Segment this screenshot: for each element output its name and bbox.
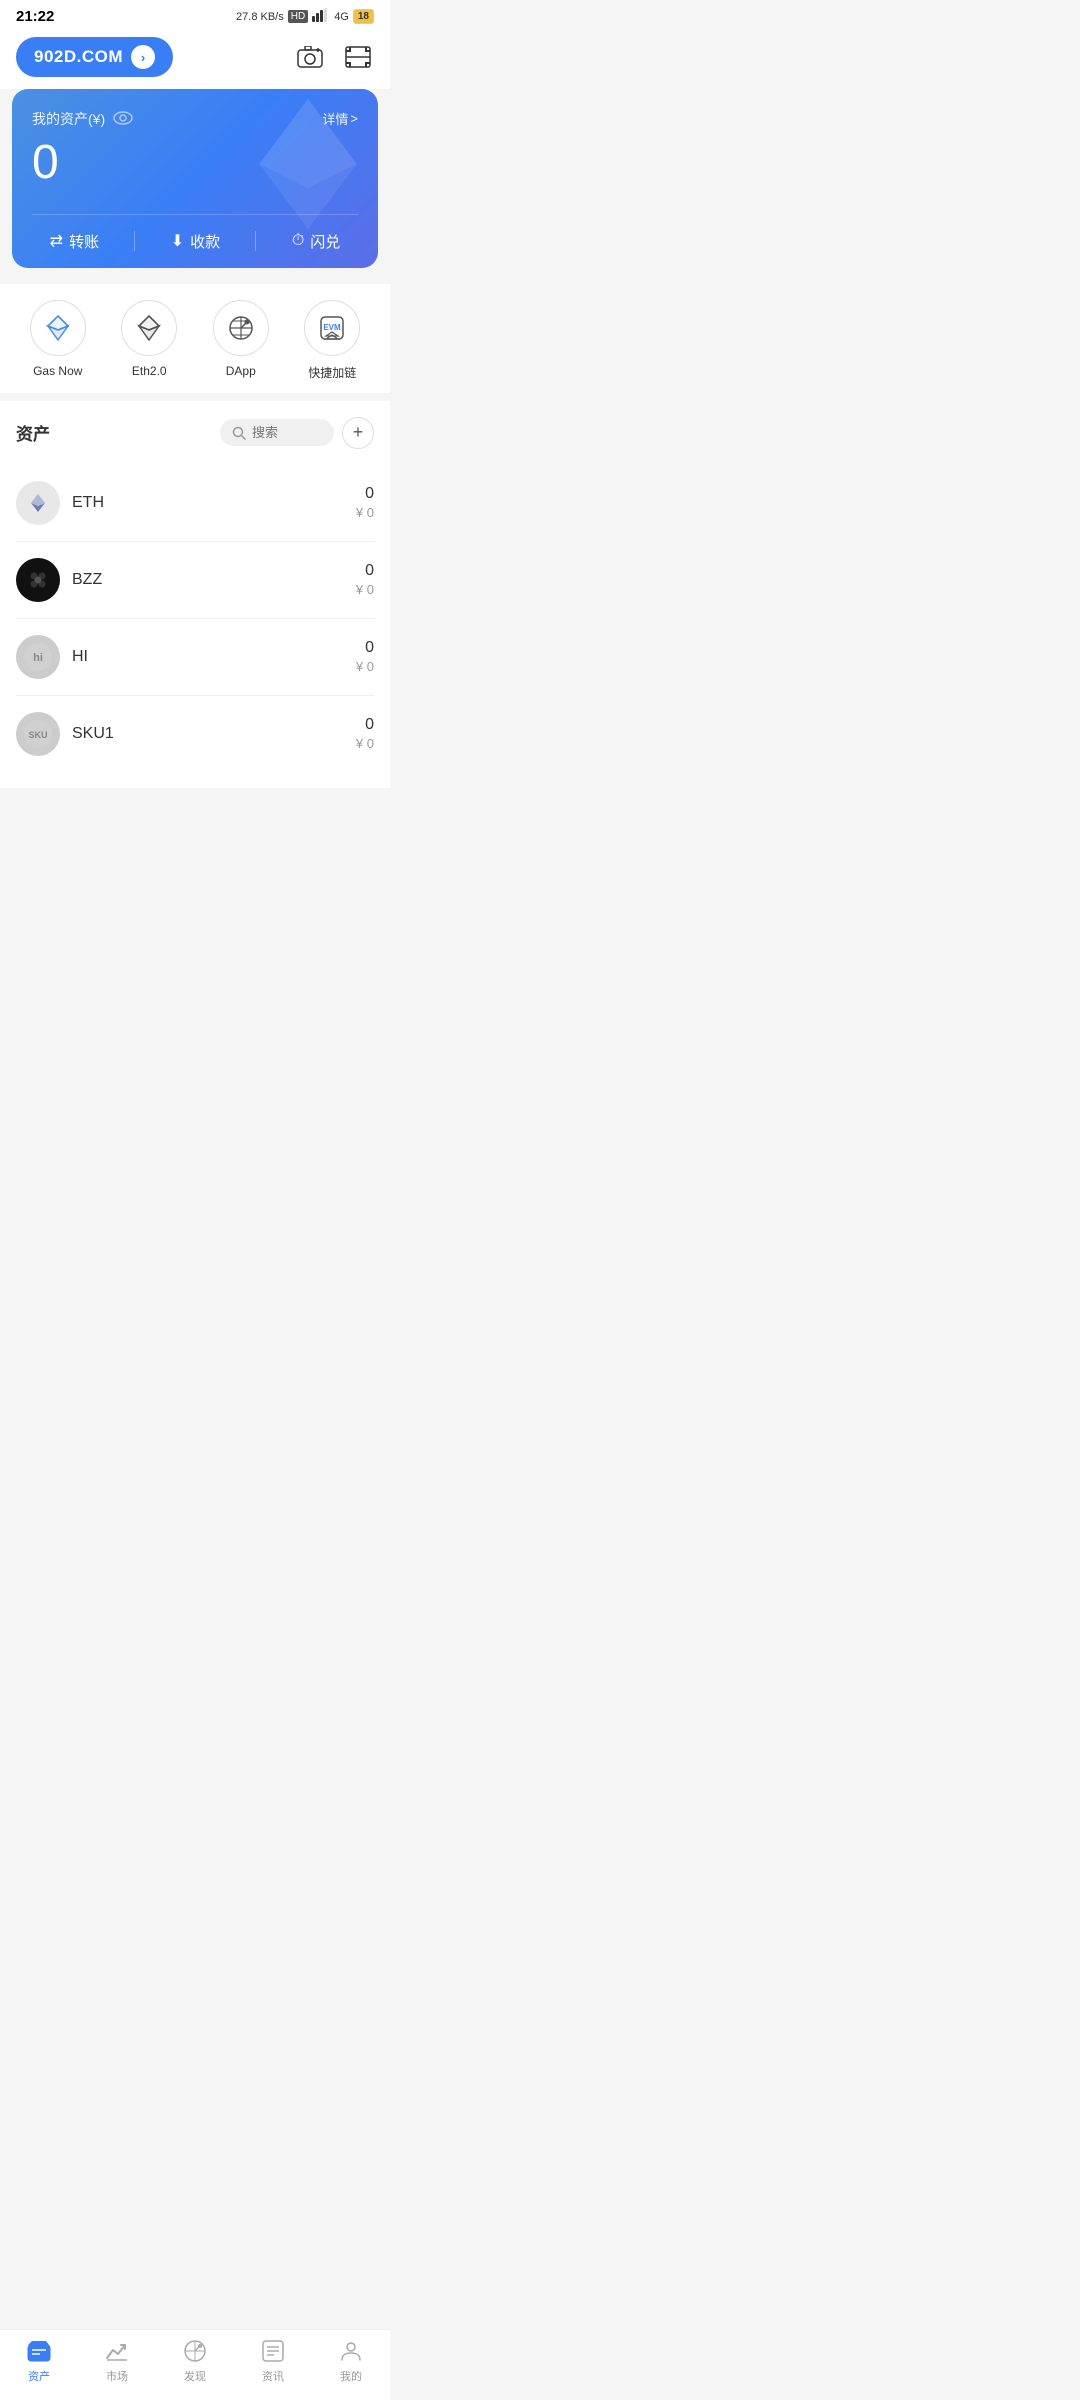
add-asset-button[interactable]: +	[342, 417, 374, 449]
svg-text:SKU: SKU	[28, 730, 47, 740]
sku1-coin-name: SKU1	[72, 725, 344, 743]
quick-chain-icon-container: EVM	[304, 300, 360, 356]
assets-title: 资产	[16, 420, 50, 445]
hi-fiat: ¥ 0	[356, 659, 374, 674]
nav-market-label: 市场	[106, 2368, 128, 2384]
camera-add-icon[interactable]	[294, 41, 326, 73]
eth-coin-icon	[16, 481, 60, 525]
eth-coin-amounts: 0 ¥ 0	[356, 485, 374, 520]
search-icon	[232, 426, 246, 440]
receive-button[interactable]: ⬇ 收款	[171, 231, 220, 252]
nav-discover-icon	[182, 2338, 208, 2364]
header-actions	[294, 41, 374, 73]
brand-button[interactable]: 902D.COM ›	[16, 37, 173, 77]
brand-arrow-icon: ›	[131, 45, 155, 69]
nav-market-icon	[104, 2338, 130, 2364]
quick-actions: Gas Now Eth2.0 DApp	[0, 284, 390, 393]
eth-balance: 0	[356, 485, 374, 503]
nav-news[interactable]: 资讯	[243, 2338, 303, 2384]
nav-news-label: 资讯	[262, 2368, 284, 2384]
sku1-coin-icon: SKU	[16, 712, 60, 756]
sku1-coin-amounts: 0 ¥ 0	[356, 716, 374, 751]
bottom-nav: 资产 市场 发现	[0, 2329, 390, 2400]
receive-icon: ⬇	[171, 231, 184, 251]
nav-mine-label: 我的	[340, 2368, 362, 2384]
nav-assets-icon	[26, 2338, 52, 2364]
status-bar: 21:22 27.8 KB/s HD 4G 18	[0, 0, 390, 29]
quick-action-quick-chain[interactable]: EVM 快捷加链	[304, 300, 360, 381]
dapp-icon-container	[213, 300, 269, 356]
svg-text:hi: hi	[33, 652, 43, 664]
asset-item-sku1[interactable]: SKU SKU1 0 ¥ 0	[16, 696, 374, 772]
divider-2	[255, 231, 256, 251]
search-input-wrap[interactable]	[220, 419, 334, 446]
status-time: 21:22	[16, 8, 54, 25]
eth-watermark	[258, 99, 358, 234]
asset-label: 我的资产(¥)	[32, 109, 133, 129]
battery-indicator: 18	[353, 9, 374, 24]
flash-icon: ⏱	[292, 232, 304, 250]
sku1-fiat: ¥ 0	[356, 736, 374, 751]
dapp-label: DApp	[226, 364, 256, 378]
app-header: 902D.COM ›	[0, 29, 390, 89]
hi-coin-name: HI	[72, 648, 344, 666]
nav-discover-label: 发现	[184, 2368, 206, 2384]
eye-icon[interactable]	[113, 111, 133, 128]
search-input[interactable]	[252, 425, 322, 440]
status-icons: 27.8 KB/s HD 4G 18	[236, 8, 374, 25]
bzz-coin-amounts: 0 ¥ 0	[356, 562, 374, 597]
assets-section: 资产 + ETH	[0, 401, 390, 788]
transfer-icon: ⇄	[50, 231, 63, 251]
nav-discover[interactable]: 发现	[165, 2338, 225, 2384]
nav-market[interactable]: 市场	[87, 2338, 147, 2384]
receive-label: 收款	[190, 231, 220, 252]
quick-chain-label: 快捷加链	[308, 364, 356, 381]
transfer-button[interactable]: ⇄ 转账	[50, 231, 99, 252]
transfer-label: 转账	[69, 231, 99, 252]
bzz-balance: 0	[356, 562, 374, 580]
speed-indicator: 27.8 KB/s	[236, 11, 284, 23]
bzz-fiat: ¥ 0	[356, 582, 374, 597]
hi-coin-icon: hi	[16, 635, 60, 679]
quick-action-gas-now[interactable]: Gas Now	[30, 300, 86, 381]
nav-mine[interactable]: 我的	[321, 2338, 381, 2384]
signal-icon	[312, 8, 330, 25]
asset-item-eth[interactable]: ETH 0 ¥ 0	[16, 465, 374, 542]
hd-badge: HD	[288, 10, 308, 23]
gas-now-label: Gas Now	[33, 364, 82, 378]
svg-text:EVM: EVM	[324, 323, 342, 332]
nav-news-icon	[260, 2338, 286, 2364]
divider-1	[134, 231, 135, 251]
eth-fiat: ¥ 0	[356, 505, 374, 520]
search-bar: +	[220, 417, 374, 449]
network-type: 4G	[334, 11, 349, 23]
asset-card: 我的资产(¥) 详情 > 0 ⇄ 转账 ⬇ 收款 ⏱ 闪兑	[12, 89, 378, 268]
asset-item-bzz[interactable]: BZZ 0 ¥ 0	[16, 542, 374, 619]
asset-label-text: 我的资产(¥)	[32, 109, 105, 129]
eth-coin-name: ETH	[72, 494, 344, 512]
hi-coin-amounts: 0 ¥ 0	[356, 639, 374, 674]
gas-now-icon-container	[30, 300, 86, 356]
hi-balance: 0	[356, 639, 374, 657]
page-bottom-spacer	[0, 788, 390, 868]
asset-item-hi[interactable]: hi HI 0 ¥ 0	[16, 619, 374, 696]
assets-header: 资产 +	[16, 417, 374, 449]
eth2-icon-container	[121, 300, 177, 356]
eth2-label: Eth2.0	[132, 364, 167, 378]
nav-mine-icon	[338, 2338, 364, 2364]
quick-action-dapp[interactable]: DApp	[213, 300, 269, 381]
brand-name: 902D.COM	[34, 47, 123, 67]
nav-assets-label: 资产	[28, 2368, 50, 2384]
quick-action-eth2[interactable]: Eth2.0	[121, 300, 177, 381]
bzz-coin-name: BZZ	[72, 571, 344, 589]
scan-icon[interactable]	[342, 41, 374, 73]
asset-list: ETH 0 ¥ 0 BZZ 0 ¥ 0	[16, 465, 374, 772]
bzz-coin-icon	[16, 558, 60, 602]
nav-assets[interactable]: 资产	[9, 2338, 69, 2384]
sku1-balance: 0	[356, 716, 374, 734]
